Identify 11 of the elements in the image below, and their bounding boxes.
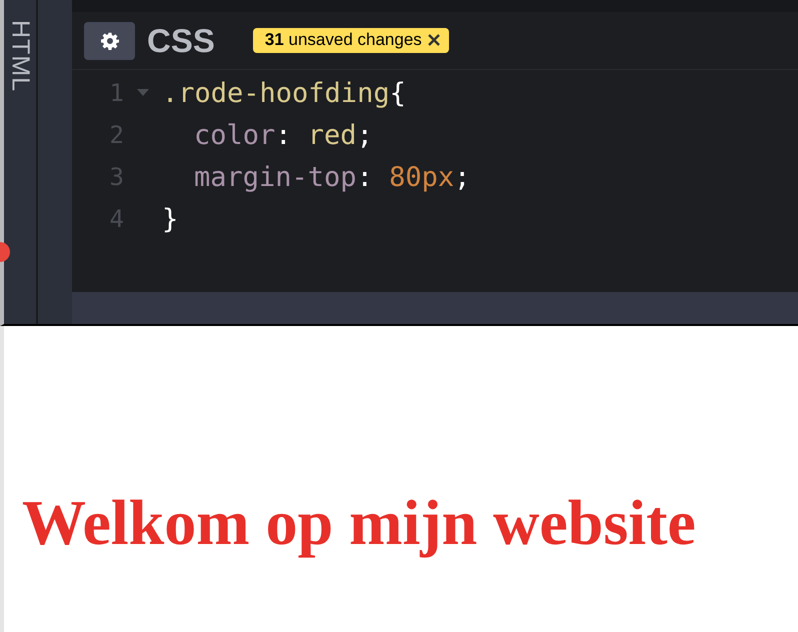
code-line: } (162, 204, 178, 234)
close-icon (426, 33, 441, 47)
code-line: .rode-hoofding{ (162, 78, 406, 108)
code-line: margin-top: 80px; (193, 162, 470, 192)
html-tab[interactable]: HTML (6, 20, 34, 92)
unsaved-changes-badge[interactable]: 31 unsaved changes (252, 28, 449, 53)
settings-button[interactable] (84, 22, 135, 60)
page-heading: Welkom op mijn website (22, 486, 696, 560)
settings-icon (100, 32, 118, 50)
panel-title: CSS (147, 22, 215, 60)
code-line: color: red; (193, 120, 373, 150)
